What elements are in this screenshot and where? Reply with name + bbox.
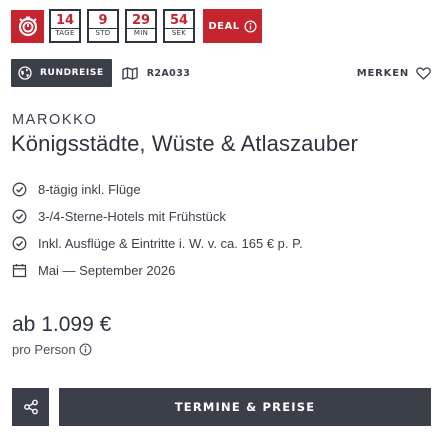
feature-text: Inkl. Ausflüge & Eintritte i. W. v. ca. … [38, 235, 303, 251]
countdown-days-value: 14 [55, 13, 75, 28]
heart-icon [416, 66, 431, 80]
per-person-label: pro Person [12, 342, 76, 357]
travel-period: Mai — September 2026 [12, 262, 303, 278]
merken-button[interactable]: MERKEN [356, 66, 431, 80]
countdown-hours-unit: STD [89, 28, 117, 38]
price-amount: ab 1.099 € [12, 313, 112, 336]
merken-label: MERKEN [356, 67, 409, 79]
globe-icon [18, 66, 32, 80]
feature-item: 8-tägig inkl. Flüge [12, 181, 303, 197]
feature-text: 3-/4-Sterne-Hotels mit Frühstück [38, 208, 226, 224]
info-icon [79, 343, 92, 356]
map-icon [122, 66, 138, 80]
calendar-icon [12, 263, 27, 277]
share-button[interactable] [12, 388, 49, 426]
feature-text: 8-tägig inkl. Flüge [38, 181, 141, 197]
price-per-person[interactable]: pro Person [12, 342, 92, 357]
feature-item: 3-/4-Sterne-Hotels mit Frühstück [12, 208, 303, 224]
countdown-minutes-value: 29 [131, 13, 151, 28]
deal-label: DEAL [208, 20, 240, 32]
share-icon [23, 399, 38, 415]
deal-badge[interactable]: DEAL [203, 9, 262, 43]
countdown-hours-value: 9 [98, 13, 108, 28]
check-circle-icon [12, 182, 27, 196]
countdown-hours: 9 STD [87, 9, 119, 43]
travel-period-text: Mai — September 2026 [38, 262, 176, 278]
stopwatch-icon [11, 9, 44, 43]
countdown-seconds: 54 SEK [163, 9, 195, 43]
check-circle-icon [12, 236, 27, 250]
trip-type-badge: RUNDREISE [11, 59, 112, 87]
countdown-cells: 14 TAGE 9 STD 29 MIN 54 SEK [49, 9, 201, 43]
deal-countdown: 14 TAGE 9 STD 29 MIN 54 SEK DEAL [11, 9, 262, 43]
countdown-minutes: 29 MIN [125, 9, 157, 43]
check-circle-icon [12, 209, 27, 223]
dates-and-prices-button[interactable]: TERMINE & PREISE [59, 388, 431, 426]
trip-title[interactable]: Königsstädte, Wüste & Atlaszauber [11, 131, 358, 157]
countdown-seconds-value: 54 [169, 13, 189, 28]
destination-country: MAROKKO [12, 112, 98, 128]
trip-type-label: RUNDREISE [40, 68, 104, 78]
feature-item: Inkl. Ausflüge & Eintritte i. W. v. ca. … [12, 235, 303, 251]
trip-meta-row: RUNDREISE R2A033 MERKEN [11, 59, 431, 87]
trip-code: R2A033 [122, 66, 191, 80]
countdown-seconds-unit: SEK [165, 28, 193, 38]
trip-features: 8-tägig inkl. Flüge 3-/4-Sterne-Hotels m… [12, 181, 303, 289]
countdown-days-unit: TAGE [51, 28, 79, 38]
countdown-days: 14 TAGE [49, 9, 81, 43]
countdown-minutes-unit: MIN [127, 28, 155, 38]
info-icon [244, 19, 257, 33]
trip-code-value: R2A033 [146, 67, 191, 79]
